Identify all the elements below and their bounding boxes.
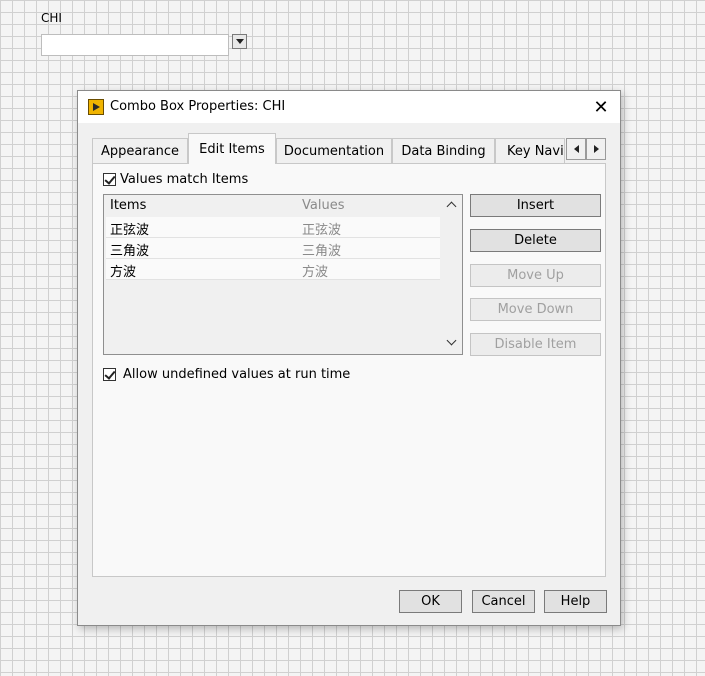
items-list[interactable]: Items Values 正弦波 正弦波 三角波 三角波 方波 方波	[103, 194, 463, 355]
close-icon[interactable]: ✕	[590, 96, 612, 118]
labview-play-icon	[88, 99, 104, 115]
chevron-down-icon[interactable]	[446, 335, 457, 346]
list-scrollbar[interactable]	[442, 195, 462, 354]
allow-undefined-label: Allow undefined values at run time	[123, 367, 351, 382]
ok-button[interactable]: OK	[399, 590, 462, 613]
list-header: Items Values	[104, 195, 442, 216]
front-panel-combo-box[interactable]	[41, 34, 229, 56]
cancel-button[interactable]: Cancel	[472, 590, 535, 613]
value-cell: 三角波	[302, 244, 342, 259]
allow-undefined-checkbox[interactable]	[103, 368, 116, 381]
item-cell: 方波	[110, 265, 137, 280]
scroll-right-icon[interactable]	[586, 138, 606, 160]
tab-data-binding[interactable]: Data Binding	[392, 138, 495, 164]
move-up-button[interactable]: Move Up	[470, 264, 601, 287]
list-item[interactable]: 三角波 三角波	[106, 238, 440, 259]
dialog-title: Combo Box Properties: CHI	[110, 99, 286, 114]
tab-edit-items[interactable]: Edit Items	[188, 133, 276, 164]
chevron-up-icon[interactable]	[446, 201, 457, 212]
column-header-items[interactable]: Items	[110, 198, 146, 213]
value-cell: 方波	[302, 265, 329, 280]
item-cell: 正弦波	[110, 223, 150, 238]
tab-appearance[interactable]: Appearance	[92, 138, 188, 164]
scroll-left-icon[interactable]	[566, 138, 586, 160]
edit-items-panel: Values match Items Items Values 正弦波 正弦波 …	[92, 163, 606, 577]
tab-documentation[interactable]: Documentation	[276, 138, 392, 164]
tab-bar: Appearance Edit Items Documentation Data…	[92, 133, 608, 164]
insert-button[interactable]: Insert	[470, 194, 601, 217]
dropdown-arrow-icon[interactable]	[232, 34, 247, 49]
list-item[interactable]: 方波 方波	[106, 259, 440, 280]
list-item[interactable]: 正弦波 正弦波	[106, 217, 440, 238]
combo-box-properties-dialog: Combo Box Properties: CHI ✕ Appearance E…	[77, 90, 621, 626]
delete-button[interactable]: Delete	[470, 229, 601, 252]
item-cell: 三角波	[110, 244, 150, 259]
help-button[interactable]: Help	[544, 590, 607, 613]
tab-key-navigation[interactable]: Key Navigation	[495, 138, 565, 164]
disable-item-button[interactable]: Disable Item	[470, 333, 601, 356]
front-panel-label: CHI	[41, 11, 62, 25]
value-cell: 正弦波	[302, 223, 342, 238]
title-bar: Combo Box Properties: CHI ✕	[78, 91, 620, 123]
values-match-items-label: Values match Items	[120, 172, 249, 187]
values-match-items-checkbox[interactable]	[103, 173, 116, 186]
move-down-button[interactable]: Move Down	[470, 298, 601, 321]
column-header-values[interactable]: Values	[302, 198, 344, 213]
